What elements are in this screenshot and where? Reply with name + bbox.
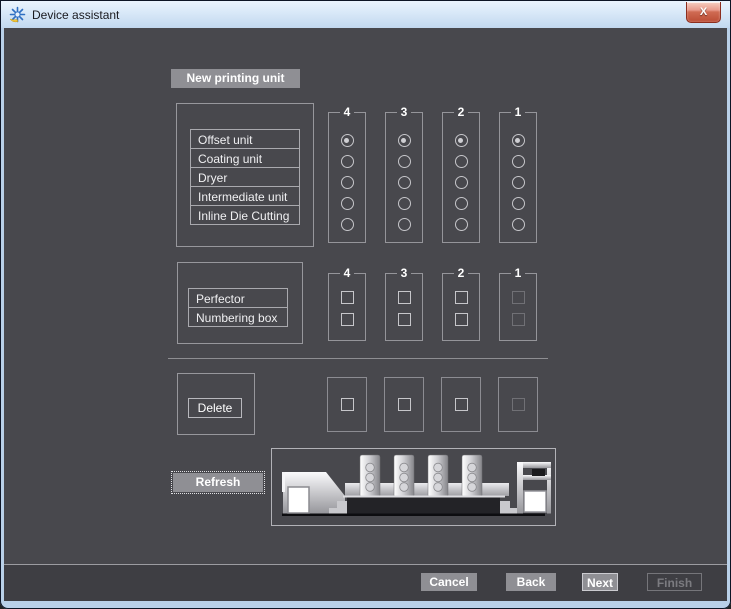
radio-button[interactable] — [398, 197, 411, 210]
accessory-column-2: 2 — [442, 266, 480, 341]
checkbox[interactable] — [398, 313, 411, 326]
unit-column-1: 1 — [499, 105, 537, 243]
radio-button[interactable] — [512, 134, 525, 147]
delete-slot-3 — [384, 377, 424, 432]
checkbox[interactable] — [455, 398, 468, 411]
radio-button[interactable] — [455, 197, 468, 210]
accessory-column-4-number: 4 — [340, 266, 355, 280]
accessory-column-1: 1 — [499, 266, 537, 341]
radio-button[interactable] — [398, 155, 411, 168]
unit-column-1-number: 1 — [511, 105, 526, 119]
accessory-labels: Perfector Numbering box — [188, 288, 288, 327]
checkbox[interactable] — [398, 291, 411, 304]
checkbox[interactable] — [341, 313, 354, 326]
radio-button[interactable] — [512, 218, 525, 231]
accessory-column-3: 3 — [385, 266, 423, 341]
next-button[interactable]: Next — [582, 573, 618, 591]
unit-column-4: 4 — [328, 105, 366, 243]
window-title: Device assistant — [32, 8, 119, 22]
unit-type-labels: Offset unit Coating unit Dryer Intermedi… — [190, 129, 300, 225]
dialog-body: New printing unit Offset unit Coating un… — [4, 28, 727, 601]
back-button[interactable]: Back — [506, 573, 556, 591]
unit-type-label-dryer: Dryer — [190, 167, 300, 187]
checkbox-disabled — [512, 313, 525, 326]
radio-button[interactable] — [341, 197, 354, 210]
unit-column-2: 2 — [442, 105, 480, 243]
radio-button[interactable] — [398, 176, 411, 189]
press-diagram-frame — [271, 448, 556, 526]
unit-type-label-inline-die-cutting: Inline Die Cutting — [190, 205, 300, 225]
unit-column-3-number: 3 — [397, 105, 412, 119]
cancel-button[interactable]: Cancel — [421, 573, 477, 591]
footer-bar: Cancel Back Next Finish — [4, 564, 727, 601]
unit-type-label-offset: Offset unit — [190, 129, 300, 149]
radio-button[interactable] — [455, 176, 468, 189]
new-printing-unit-button[interactable]: New printing unit — [171, 69, 300, 88]
radio-button[interactable] — [398, 218, 411, 231]
radio-button[interactable] — [455, 134, 468, 147]
accessory-column-2-number: 2 — [454, 266, 469, 280]
checkbox[interactable] — [341, 398, 354, 411]
accessory-column-4: 4 — [328, 266, 366, 341]
accessory-label-perfector: Perfector — [188, 288, 288, 308]
device-assistant-window: Device assistant X New printing unit Off… — [0, 0, 731, 609]
radio-button[interactable] — [398, 134, 411, 147]
accessory-column-1-number: 1 — [511, 266, 526, 280]
titlebar: Device assistant X — [1, 1, 730, 28]
radio-button[interactable] — [341, 176, 354, 189]
unit-column-4-number: 4 — [340, 105, 355, 119]
checkbox[interactable] — [341, 291, 354, 304]
checkbox[interactable] — [455, 313, 468, 326]
radio-button[interactable] — [455, 155, 468, 168]
radio-button[interactable] — [512, 155, 525, 168]
unit-type-label-intermediate: Intermediate unit — [190, 186, 300, 206]
finish-button: Finish — [647, 573, 702, 591]
press-diagram — [272, 449, 555, 525]
accessory-label-numbering-box: Numbering box — [188, 307, 288, 327]
unit-type-label-coating: Coating unit — [190, 148, 300, 168]
radio-button[interactable] — [512, 176, 525, 189]
close-button[interactable]: X — [686, 2, 721, 23]
radio-button[interactable] — [512, 197, 525, 210]
unit-column-3: 3 — [385, 105, 423, 243]
delete-slot-1 — [498, 377, 538, 432]
refresh-button[interactable]: Refresh — [173, 473, 263, 492]
checkbox-disabled — [512, 291, 525, 304]
delete-slot-4 — [327, 377, 367, 432]
app-icon — [9, 6, 26, 23]
checkbox[interactable] — [398, 398, 411, 411]
checkbox[interactable] — [455, 291, 468, 304]
radio-button[interactable] — [341, 134, 354, 147]
delete-slot-2 — [441, 377, 481, 432]
radio-button[interactable] — [341, 218, 354, 231]
section-separator — [168, 358, 548, 359]
radio-button[interactable] — [341, 155, 354, 168]
accessory-column-3-number: 3 — [397, 266, 412, 280]
radio-button[interactable] — [455, 218, 468, 231]
checkbox-disabled — [512, 398, 525, 411]
delete-button[interactable]: Delete — [188, 398, 242, 418]
unit-column-2-number: 2 — [454, 105, 469, 119]
